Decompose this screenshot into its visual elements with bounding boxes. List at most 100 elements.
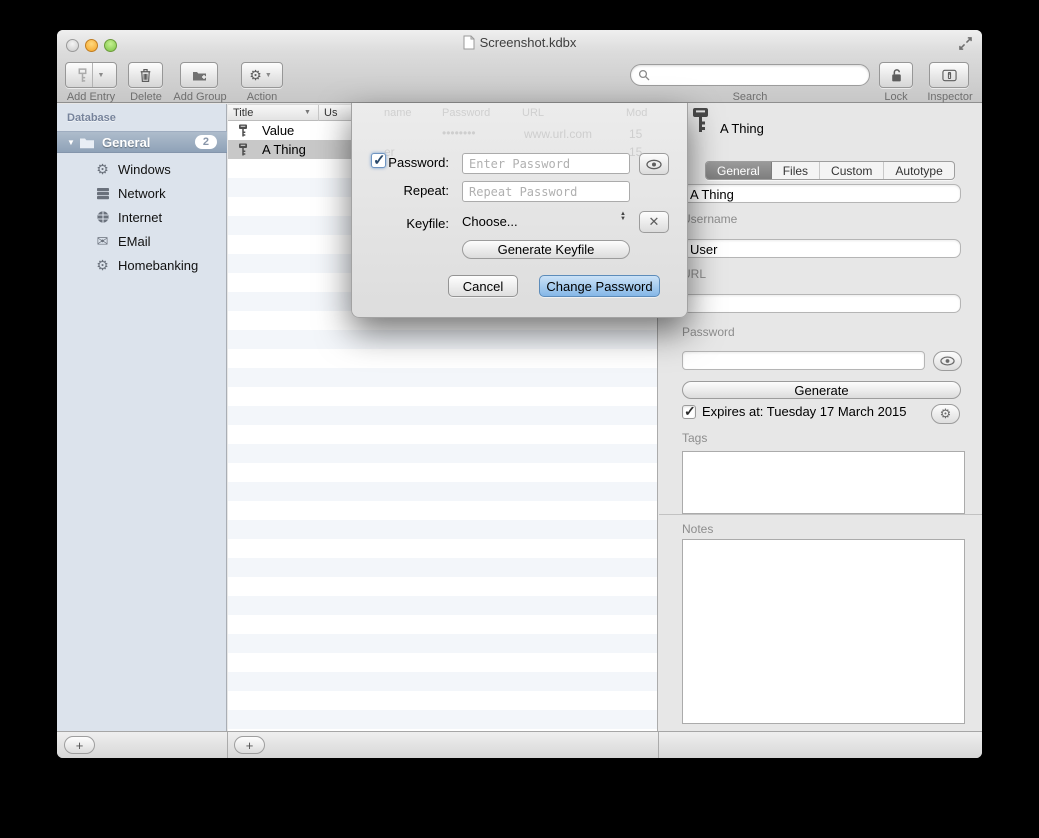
title-group: Screenshot.kdbx [57, 34, 982, 51]
dialog-password-label: Password: [371, 155, 449, 170]
notes-field[interactable] [682, 539, 965, 724]
fullscreen-icon[interactable] [959, 37, 972, 50]
key-icon [75, 68, 90, 83]
action-button[interactable]: ⚙ ▼ [241, 62, 283, 88]
svg-text:i: i [948, 73, 950, 79]
repeat-input-wrap [462, 181, 630, 202]
password-field[interactable] [682, 351, 925, 370]
sidebar-item-network[interactable]: Network [57, 181, 227, 205]
tab-files[interactable]: Files [772, 162, 820, 179]
folder-icon [79, 136, 95, 149]
gear-icon: ⚙ [95, 162, 110, 177]
password-input[interactable] [469, 154, 623, 173]
column-divider[interactable] [318, 105, 319, 122]
generate-password-button[interactable]: Generate [682, 381, 961, 399]
show-password-button[interactable] [639, 153, 669, 175]
search-field[interactable] [630, 64, 870, 86]
open-padlock-icon [889, 68, 904, 83]
popup-stepper-icon[interactable]: ▲▼ [620, 212, 626, 222]
key-icon [237, 124, 249, 137]
password-label: Password [682, 325, 735, 339]
dialog-keyfile-label: Keyfile: [371, 216, 449, 231]
ghost-url: www.url.com [524, 127, 592, 141]
sidebar-item-windows[interactable]: ⚙ Windows [57, 157, 227, 181]
lock-button[interactable] [879, 62, 913, 88]
lock-label: Lock [865, 91, 927, 103]
add-entry-button[interactable]: ▼ [65, 62, 117, 88]
url-field[interactable] [682, 294, 961, 313]
add-group-label: Add Group [167, 91, 233, 103]
inspector-label: Inspector [919, 91, 981, 103]
expires-checkbox[interactable]: ✓ [682, 405, 696, 419]
add-group-button[interactable] [180, 62, 218, 88]
keyfile-popup[interactable]: Choose... [462, 214, 518, 229]
plus-icon: + [76, 738, 84, 753]
section-divider [659, 514, 982, 515]
expires-settings-button[interactable]: ⚙ [931, 404, 960, 424]
toolbar: ▼ Add Entry Delete Add Group ⚙ ▼ Action [57, 54, 982, 103]
expires-label: Expires at: Tuesday 17 March 2015 [702, 404, 907, 419]
trash-icon [138, 68, 153, 83]
close-icon: ✕ [649, 214, 660, 230]
entry-count-badge: 2 [195, 135, 217, 149]
eye-icon [646, 159, 662, 170]
search-icon [638, 69, 650, 81]
server-icon [95, 186, 110, 201]
sidebar-item-label: EMail [118, 234, 151, 249]
column-header-title[interactable]: Title [233, 107, 253, 119]
title-bar[interactable]: Screenshot.kdbx [57, 30, 982, 54]
footer-divider [658, 732, 659, 758]
sidebar-item-label: Internet [118, 210, 162, 225]
envelope-icon: ✉ [95, 234, 110, 249]
repeat-password-input[interactable] [469, 182, 623, 201]
username-field[interactable]: User [682, 239, 961, 258]
globe-icon [95, 210, 110, 225]
sidebar-item-email[interactable]: ✉ EMail [57, 229, 227, 253]
change-password-button[interactable]: Change Password [539, 275, 660, 297]
clear-keyfile-button[interactable]: ✕ [639, 211, 669, 233]
ghost-password-dots: •••••••• [442, 126, 476, 140]
search-label: Search [630, 91, 870, 103]
column-header-username[interactable]: Us [324, 107, 337, 119]
chevron-down-icon: ▼ [262, 72, 275, 79]
add-entry-footer-button[interactable]: + [234, 736, 265, 754]
inspector-entry-title: A Thing [720, 121, 764, 136]
sidebar-section-header: Database [67, 112, 116, 124]
search-input[interactable] [650, 68, 869, 82]
add-group-footer-button[interactable]: + [64, 736, 95, 754]
ghost-column-header: name [384, 107, 412, 119]
gear-icon: ⚙ [249, 67, 262, 84]
delete-button[interactable] [128, 62, 163, 88]
disclosure-triangle-icon[interactable]: ▼ [67, 138, 79, 147]
sidebar-item-label: Network [118, 186, 166, 201]
window-title: Screenshot.kdbx [480, 35, 577, 50]
sidebar-group-general[interactable]: ▼ General 2 [57, 131, 227, 153]
ghost-column-header: Password [442, 107, 490, 119]
tab-general[interactable]: General [706, 162, 772, 179]
generate-keyfile-button[interactable]: Generate Keyfile [462, 240, 630, 259]
sidebar-item-internet[interactable]: Internet [57, 205, 227, 229]
title-field[interactable]: A Thing [682, 184, 961, 203]
inspector-button[interactable]: i [929, 62, 969, 88]
action-label: Action [239, 91, 285, 103]
screenshot-background: Screenshot.kdbx ▼ Add Entry Delete [0, 0, 1039, 838]
change-password-dialog: name Password URL Mod •••••••• www.url.c… [351, 103, 688, 318]
tab-autotype[interactable]: Autotype [884, 162, 953, 179]
sidebar: Database ▼ General 2 ⚙ Windows Network [57, 104, 227, 731]
info-icon: i [942, 68, 957, 83]
reveal-password-button[interactable] [933, 351, 962, 371]
inspector-panel: A Thing General Files Custom Autotype A … [659, 104, 982, 731]
entry-title: Value [262, 123, 338, 138]
password-input-wrap [462, 153, 630, 174]
cancel-button[interactable]: Cancel [448, 275, 518, 297]
tab-custom[interactable]: Custom [820, 162, 884, 179]
document-icon [463, 35, 475, 50]
entry-title: A Thing [262, 142, 338, 157]
sidebar-item-label: Homebanking [118, 258, 198, 273]
tags-field[interactable] [682, 451, 965, 514]
eye-icon [940, 356, 955, 366]
sort-descending-icon: ▼ [304, 109, 311, 116]
sidebar-item-homebanking[interactable]: ⚙ Homebanking [57, 253, 227, 277]
chevron-down-icon[interactable]: ▼ [95, 72, 108, 79]
inspector-tabs: General Files Custom Autotype [705, 161, 955, 180]
